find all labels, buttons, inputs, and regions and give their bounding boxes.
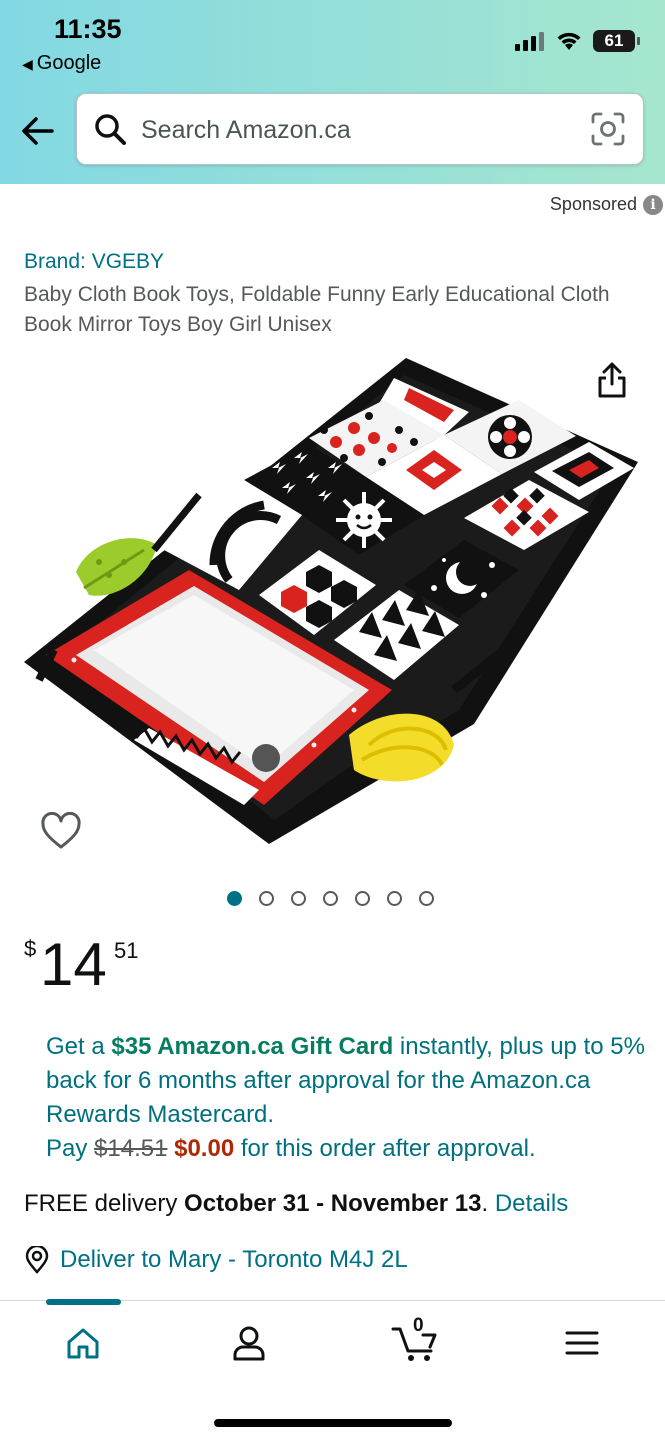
search-icon	[95, 114, 126, 145]
active-tab-indicator	[46, 1299, 121, 1305]
bottom-tab-bar: 0	[0, 1299, 665, 1440]
deliver-to-text: Deliver to Mary - Toronto M4J 2L	[60, 1246, 408, 1273]
home-icon	[67, 1328, 99, 1359]
sponsored-text: Sponsored	[549, 194, 637, 214]
price-symbol: $	[24, 936, 37, 961]
home-indicator	[214, 1419, 452, 1427]
pay-label: Pay	[46, 1135, 95, 1162]
delivery-details-link[interactable]: Details	[495, 1190, 568, 1217]
image-carousel-dots	[227, 891, 434, 906]
gift-card-offer: $35 Amazon.ca Gift Card	[111, 1033, 394, 1060]
tab-cart[interactable]: 0	[390, 1315, 440, 1365]
carousel-dot[interactable]	[419, 891, 434, 906]
search-input[interactable]: Search Amazon.ca	[76, 93, 644, 165]
brand-link[interactable]: Brand: VGEBY	[24, 250, 164, 274]
cart-count: 0	[413, 1315, 424, 1336]
status-icons: 61	[515, 30, 640, 52]
tab-menu[interactable]	[557, 1321, 607, 1365]
wifi-icon	[557, 32, 581, 50]
product-image[interactable]	[14, 350, 654, 850]
tab-account[interactable]	[224, 1321, 274, 1365]
promo-prefix: Get a	[46, 1033, 112, 1060]
delivery-info: FREE delivery October 31 - November 13. …	[24, 1190, 568, 1218]
hamburger-menu-icon	[565, 1331, 599, 1355]
carousel-dot[interactable]	[227, 891, 242, 906]
delivery-sep: .	[481, 1190, 495, 1217]
back-app-label: Google	[36, 52, 102, 74]
header: 11:35 ◀ Google 61 Search Amazon.ca	[0, 0, 665, 184]
deliver-to-location[interactable]: Deliver to Mary - Toronto M4J 2L	[24, 1246, 408, 1274]
pay-suffix: for this order after approval.	[234, 1135, 536, 1162]
delivery-dates: October 31 - November 13	[184, 1190, 482, 1217]
wishlist-heart-icon[interactable]	[40, 812, 82, 852]
product-title: Baby Cloth Book Toys, Foldable Funny Ear…	[24, 283, 610, 336]
back-arrow-icon[interactable]	[20, 113, 56, 149]
battery-icon: 61	[593, 30, 640, 52]
battery-level: 61	[604, 31, 624, 50]
carousel-dot[interactable]	[291, 891, 306, 906]
old-price: $14.51	[94, 1135, 168, 1162]
share-icon[interactable]	[594, 360, 630, 400]
location-pin-icon	[25, 1246, 49, 1274]
tab-home[interactable]	[58, 1321, 108, 1365]
camera-search-icon[interactable]	[591, 112, 625, 146]
credit-card-promo[interactable]: Get a $35 Amazon.ca Gift Card instantly,…	[46, 1030, 646, 1166]
price-fraction: 51	[114, 938, 139, 963]
delivery-prefix: FREE delivery	[24, 1190, 185, 1217]
back-triangle-icon: ◀	[22, 56, 33, 72]
search-placeholder: Search Amazon.ca	[141, 116, 351, 144]
info-icon: i	[643, 194, 663, 215]
sponsored-label[interactable]: Sponsored i	[550, 194, 665, 215]
back-to-app-link[interactable]: ◀ Google	[22, 52, 101, 75]
price-whole: 14	[40, 931, 107, 998]
cellular-signal-icon	[515, 32, 544, 51]
carousel-dot[interactable]	[259, 891, 274, 906]
carousel-dot[interactable]	[387, 891, 402, 906]
new-price: $0.00	[174, 1135, 235, 1162]
status-time: 11:35	[54, 14, 122, 44]
carousel-dot[interactable]	[355, 891, 370, 906]
user-icon	[233, 1326, 265, 1361]
carousel-dot[interactable]	[323, 891, 338, 906]
